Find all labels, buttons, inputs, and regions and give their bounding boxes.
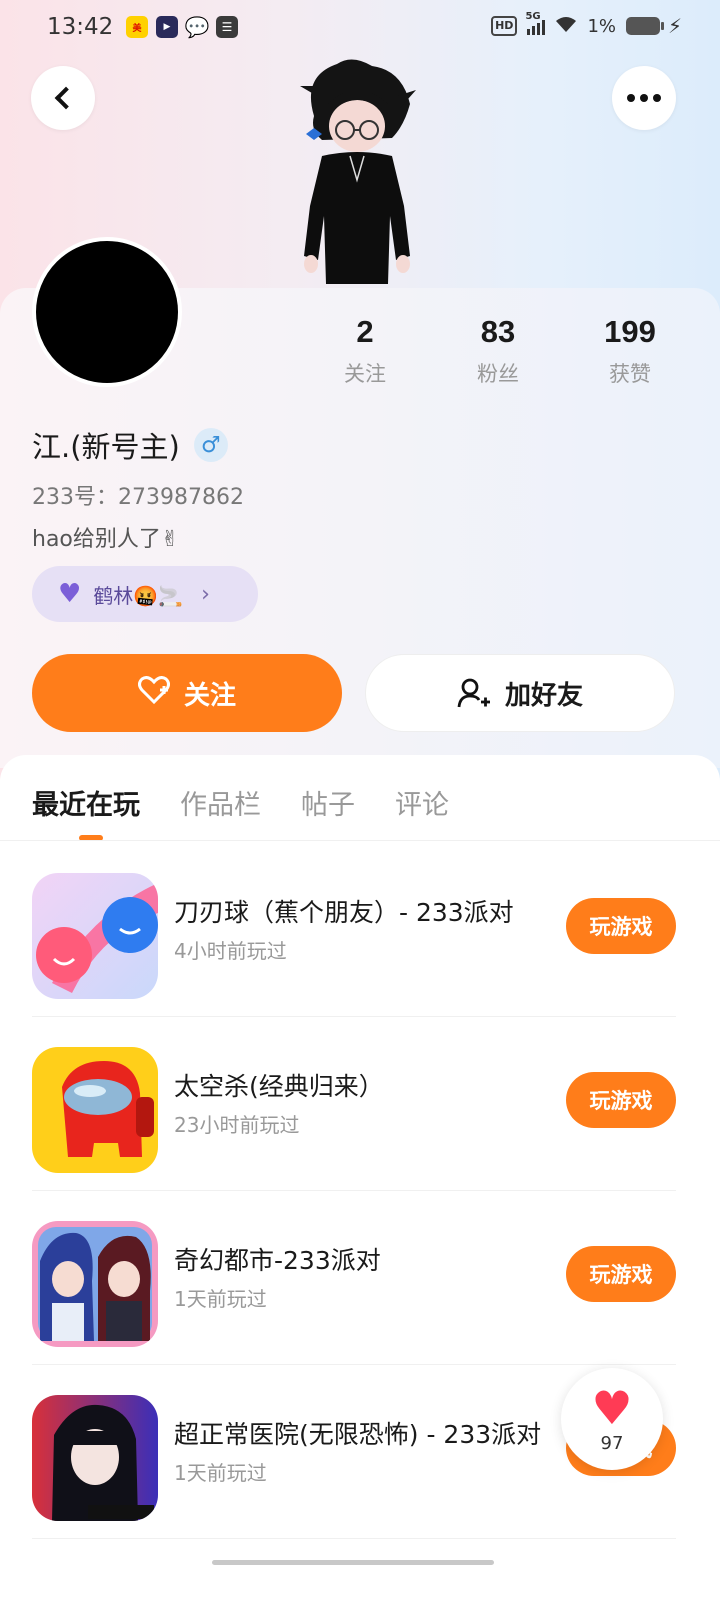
- game-last-played: 4小时前玩过: [174, 939, 287, 963]
- game-icon-fantasy-city: [32, 1221, 158, 1347]
- home-indicator[interactable]: [212, 1560, 494, 1565]
- game-title: 超正常医院(无限恐怖) - 233派对: [174, 1420, 542, 1449]
- play-game-button[interactable]: 玩游戏: [566, 898, 676, 954]
- club-chip[interactable]: ♥ 鹤林🤬🚬 ›: [32, 566, 258, 622]
- avatar-character-figure[interactable]: [292, 56, 422, 288]
- game-title: 太空杀(经典归来）: [174, 1072, 384, 1101]
- game-row[interactable]: 刀刃球（蕉个朋友）- 233派对 4小时前玩过 玩游戏: [32, 843, 676, 1017]
- purple-heart-icon: ♥: [58, 579, 82, 609]
- game-row[interactable]: 太空杀(经典归来） 23小时前玩过 玩游戏: [32, 1017, 676, 1191]
- follow-button[interactable]: 关注: [32, 654, 342, 732]
- user-id: 233号：273987862: [32, 485, 244, 510]
- chat-bubble-icon: 💬: [184, 15, 210, 39]
- back-button[interactable]: [31, 66, 95, 130]
- more-options-button[interactable]: [612, 66, 676, 130]
- hd-icon: HD: [491, 16, 518, 36]
- game-last-played: 1天前玩过: [174, 1461, 267, 1485]
- tab-works[interactable]: 作品栏: [180, 783, 261, 822]
- status-bar: 13:42 美 ▶ 💬 ☰ HD 5G 1% ⚡: [0, 0, 720, 56]
- storage-app-icon: ☰: [216, 16, 238, 38]
- battery-level: 1%: [587, 15, 616, 37]
- likes-label: 获赞: [609, 362, 651, 386]
- content-sheet: 最近在玩 作品栏 帖子 评论 刀刃球（蕉个朋友）- 233派对 4小时前玩过 玩…: [0, 755, 720, 1600]
- like-count: 97: [600, 1432, 624, 1454]
- game-last-played: 1天前玩过: [174, 1287, 267, 1311]
- notification-icons: 美 ▶ 💬 ☰: [126, 15, 238, 39]
- tab-comments[interactable]: 评论: [395, 783, 449, 822]
- user-bio: hao给别人了✌: [32, 527, 180, 552]
- following-count: 2: [356, 314, 374, 349]
- game-row[interactable]: 奇幻都市-233派对 1天前玩过 玩游戏: [32, 1191, 676, 1365]
- name-row: 江.(新号主) ♂: [32, 424, 228, 466]
- chevron-right-icon: ›: [201, 581, 210, 607]
- tabs-divider: [0, 840, 720, 841]
- stat-followers[interactable]: 83 粉丝: [433, 314, 563, 388]
- stat-following[interactable]: 2 关注: [300, 314, 430, 388]
- tab-posts[interactable]: 帖子: [301, 783, 355, 822]
- profile-stats: 2 关注 83 粉丝 199 获赞: [300, 314, 700, 394]
- stat-likes[interactable]: 199 获赞: [565, 314, 695, 388]
- battery-icon: [626, 17, 664, 35]
- play-game-button[interactable]: 玩游戏: [566, 1072, 676, 1128]
- add-friend-button[interactable]: 加好友: [365, 654, 675, 732]
- add-friend-label: 加好友: [504, 680, 583, 711]
- video-app-icon: ▶: [156, 16, 178, 38]
- profile-tabs: 最近在玩 作品栏 帖子 评论: [32, 783, 449, 822]
- club-name: 鹤林🤬🚬: [93, 583, 184, 608]
- charging-bolt-icon: ⚡: [667, 14, 682, 38]
- user-plus-icon: [457, 678, 491, 708]
- play-game-button[interactable]: 玩游戏: [566, 1246, 676, 1302]
- game-icon-paranormal-hospital: [32, 1395, 158, 1521]
- game-last-played: 23小时前玩过: [174, 1113, 300, 1137]
- likes-count: 199: [604, 314, 656, 349]
- following-label: 关注: [344, 362, 386, 386]
- floating-like-button[interactable]: ♥ 97: [561, 1368, 663, 1470]
- followers-count: 83: [480, 314, 516, 349]
- more-dots-icon: [627, 94, 661, 102]
- male-gender-icon: ♂: [193, 428, 228, 462]
- meituan-app-icon: 美: [126, 16, 148, 38]
- heart-plus-icon: [137, 675, 170, 711]
- tab-recently-played[interactable]: 最近在玩: [32, 783, 140, 822]
- chevron-left-icon: [54, 86, 78, 110]
- cellular-signal-icon: 5G: [525, 11, 546, 35]
- heart-icon: ♥: [591, 1380, 633, 1435]
- follow-label: 关注: [183, 680, 236, 711]
- system-status-icons: HD 5G 1%: [491, 11, 664, 38]
- wifi-icon: [555, 14, 577, 38]
- game-title: 刀刃球（蕉个朋友）- 233派对: [174, 898, 514, 927]
- status-time: 13:42: [47, 14, 114, 40]
- game-icon-among-us: [32, 1047, 158, 1173]
- username: 江.(新号主): [32, 430, 180, 464]
- game-title: 奇幻都市-233派对: [174, 1246, 381, 1275]
- followers-label: 粉丝: [477, 362, 519, 386]
- game-icon-blade-ball: [32, 873, 158, 999]
- avatar[interactable]: [32, 237, 182, 387]
